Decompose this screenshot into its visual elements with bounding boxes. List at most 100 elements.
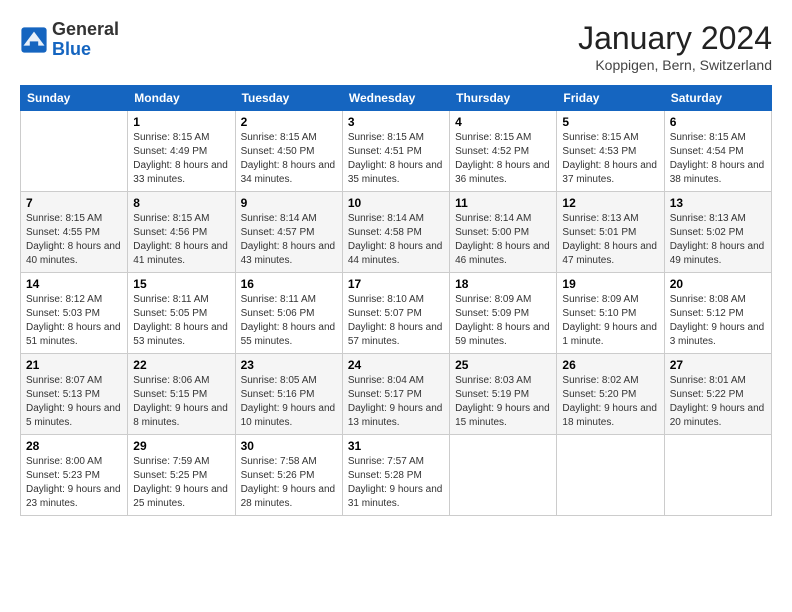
month-title: January 2024 — [578, 20, 772, 57]
title-block: January 2024 Koppigen, Bern, Switzerland — [578, 20, 772, 73]
day-number: 27 — [670, 358, 766, 372]
day-info: Sunrise: 8:15 AMSunset: 4:54 PMDaylight:… — [670, 131, 766, 187]
week-row-0: 1Sunrise: 8:15 AMSunset: 4:49 PMDaylight… — [21, 111, 772, 192]
day-info: Sunrise: 8:05 AMSunset: 5:16 PMDaylight:… — [241, 374, 337, 430]
day-info: Sunrise: 8:09 AMSunset: 5:09 PMDaylight:… — [455, 293, 551, 349]
day-info: Sunrise: 8:03 AMSunset: 5:19 PMDaylight:… — [455, 374, 551, 430]
day-info: Sunrise: 7:57 AMSunset: 5:28 PMDaylight:… — [348, 455, 444, 511]
calendar-cell: 14 Sunrise: 8:12 AMSunset: 5:03 PMDayligh… — [21, 273, 128, 354]
calendar-cell: 30 Sunrise: 7:58 AMSunset: 5:26 PMDayligh… — [235, 435, 342, 516]
calendar-cell: 2Sunrise: 8:15 AMSunset: 4:50 PMDaylight… — [235, 111, 342, 192]
day-info: Sunrise: 8:10 AMSunset: 5:07 PMDaylight:… — [348, 293, 444, 349]
day-number: 17 — [348, 277, 444, 291]
day-info: Sunrise: 8:15 AMSunset: 4:50 PMDaylight:… — [241, 131, 337, 187]
logo: General Blue — [20, 20, 119, 60]
day-number: 21 — [26, 358, 122, 372]
day-info: Sunrise: 8:14 AMSunset: 5:00 PMDaylight:… — [455, 212, 551, 268]
weekday-header-friday: Friday — [557, 86, 664, 111]
day-info: Sunrise: 8:00 AMSunset: 5:23 PMDaylight:… — [26, 455, 122, 511]
day-number: 24 — [348, 358, 444, 372]
day-info: Sunrise: 8:14 AMSunset: 4:57 PMDaylight:… — [241, 212, 337, 268]
weekday-header-tuesday: Tuesday — [235, 86, 342, 111]
day-number: 16 — [241, 277, 337, 291]
day-info: Sunrise: 8:08 AMSunset: 5:12 PMDaylight:… — [670, 293, 766, 349]
calendar-cell: 26 Sunrise: 8:02 AMSunset: 5:20 PMDayligh… — [557, 354, 664, 435]
day-info: Sunrise: 8:15 AMSunset: 4:56 PMDaylight:… — [133, 212, 229, 268]
weekday-header-thursday: Thursday — [450, 86, 557, 111]
weekday-header-monday: Monday — [128, 86, 235, 111]
day-number: 11 — [455, 196, 551, 210]
calendar-cell: 29Sunrise: 7:59 AMSunset: 5:25 PMDayligh… — [128, 435, 235, 516]
day-info: Sunrise: 8:01 AMSunset: 5:22 PMDaylight:… — [670, 374, 766, 430]
calendar-cell: 11 Sunrise: 8:14 AMSunset: 5:00 PMDayligh… — [450, 192, 557, 273]
day-number: 22 — [133, 358, 229, 372]
day-number: 15 — [133, 277, 229, 291]
weekday-header-wednesday: Wednesday — [342, 86, 449, 111]
calendar-cell: 15 Sunrise: 8:11 AMSunset: 5:05 PMDayligh… — [128, 273, 235, 354]
location: Koppigen, Bern, Switzerland — [578, 57, 772, 73]
calendar-cell: 10 Sunrise: 8:14 AMSunset: 4:58 PMDayligh… — [342, 192, 449, 273]
day-number: 23 — [241, 358, 337, 372]
calendar-cell: 22 Sunrise: 8:06 AMSunset: 5:15 PMDayligh… — [128, 354, 235, 435]
calendar-cell: 1Sunrise: 8:15 AMSunset: 4:49 PMDaylight… — [128, 111, 235, 192]
calendar-cell: 18 Sunrise: 8:09 AMSunset: 5:09 PMDayligh… — [450, 273, 557, 354]
day-info: Sunrise: 8:14 AMSunset: 4:58 PMDaylight:… — [348, 212, 444, 268]
calendar-cell: 17 Sunrise: 8:10 AMSunset: 5:07 PMDayligh… — [342, 273, 449, 354]
calendar-cell: 31 Sunrise: 7:57 AMSunset: 5:28 PMDayligh… — [342, 435, 449, 516]
day-info: Sunrise: 8:09 AMSunset: 5:10 PMDaylight:… — [562, 293, 658, 349]
day-number: 8 — [133, 196, 229, 210]
day-number: 14 — [26, 277, 122, 291]
day-number: 3 — [348, 115, 444, 129]
weekday-header-row: SundayMondayTuesdayWednesdayThursdayFrid… — [21, 86, 772, 111]
day-number: 19 — [562, 277, 658, 291]
day-info: Sunrise: 8:02 AMSunset: 5:20 PMDaylight:… — [562, 374, 658, 430]
logo-icon — [20, 26, 48, 54]
day-number: 10 — [348, 196, 444, 210]
day-number: 18 — [455, 277, 551, 291]
day-info: Sunrise: 8:15 AMSunset: 4:55 PMDaylight:… — [26, 212, 122, 268]
logo-blue: Blue — [52, 39, 91, 59]
day-info: Sunrise: 8:15 AMSunset: 4:49 PMDaylight:… — [133, 131, 229, 187]
day-info: Sunrise: 8:11 AMSunset: 5:05 PMDaylight:… — [133, 293, 229, 349]
day-info: Sunrise: 8:13 AMSunset: 5:01 PMDaylight:… — [562, 212, 658, 268]
day-info: Sunrise: 8:15 AMSunset: 4:52 PMDaylight:… — [455, 131, 551, 187]
calendar-cell: 8 Sunrise: 8:15 AMSunset: 4:56 PMDaylight… — [128, 192, 235, 273]
week-row-1: 7 Sunrise: 8:15 AMSunset: 4:55 PMDaylight… — [21, 192, 772, 273]
calendar-cell — [557, 435, 664, 516]
calendar-cell: 9 Sunrise: 8:14 AMSunset: 4:57 PMDaylight… — [235, 192, 342, 273]
logo-general: General — [52, 19, 119, 39]
day-number: 4 — [455, 115, 551, 129]
day-info: Sunrise: 8:07 AMSunset: 5:13 PMDaylight:… — [26, 374, 122, 430]
calendar-cell: 3 Sunrise: 8:15 AMSunset: 4:51 PMDaylight… — [342, 111, 449, 192]
week-row-4: 28 Sunrise: 8:00 AMSunset: 5:23 PMDayligh… — [21, 435, 772, 516]
day-info: Sunrise: 8:13 AMSunset: 5:02 PMDaylight:… — [670, 212, 766, 268]
calendar-cell: 27 Sunrise: 8:01 AMSunset: 5:22 PMDayligh… — [664, 354, 771, 435]
week-row-2: 14 Sunrise: 8:12 AMSunset: 5:03 PMDayligh… — [21, 273, 772, 354]
day-info: Sunrise: 8:11 AMSunset: 5:06 PMDaylight:… — [241, 293, 337, 349]
day-number: 6 — [670, 115, 766, 129]
calendar-cell: 12 Sunrise: 8:13 AMSunset: 5:01 PMDayligh… — [557, 192, 664, 273]
day-info: Sunrise: 8:12 AMSunset: 5:03 PMDaylight:… — [26, 293, 122, 349]
day-number: 12 — [562, 196, 658, 210]
calendar-cell: 20Sunrise: 8:08 AMSunset: 5:12 PMDayligh… — [664, 273, 771, 354]
logo-text: General Blue — [52, 20, 119, 60]
day-info: Sunrise: 8:06 AMSunset: 5:15 PMDaylight:… — [133, 374, 229, 430]
calendar-cell: 23 Sunrise: 8:05 AMSunset: 5:16 PMDayligh… — [235, 354, 342, 435]
day-info: Sunrise: 8:15 AMSunset: 4:53 PMDaylight:… — [562, 131, 658, 187]
calendar-cell — [664, 435, 771, 516]
calendar-cell: 7 Sunrise: 8:15 AMSunset: 4:55 PMDaylight… — [21, 192, 128, 273]
day-number: 26 — [562, 358, 658, 372]
calendar-cell — [450, 435, 557, 516]
day-number: 7 — [26, 196, 122, 210]
day-info: Sunrise: 8:15 AMSunset: 4:51 PMDaylight:… — [348, 131, 444, 187]
calendar-cell: 28 Sunrise: 8:00 AMSunset: 5:23 PMDayligh… — [21, 435, 128, 516]
calendar-cell: 19 Sunrise: 8:09 AMSunset: 5:10 PMDayligh… — [557, 273, 664, 354]
calendar-cell: 13Sunrise: 8:13 AMSunset: 5:02 PMDayligh… — [664, 192, 771, 273]
weekday-header-saturday: Saturday — [664, 86, 771, 111]
day-number: 28 — [26, 439, 122, 453]
calendar-cell: 24Sunrise: 8:04 AMSunset: 5:17 PMDayligh… — [342, 354, 449, 435]
day-number: 30 — [241, 439, 337, 453]
day-number: 31 — [348, 439, 444, 453]
day-number: 9 — [241, 196, 337, 210]
day-info: Sunrise: 7:58 AMSunset: 5:26 PMDaylight:… — [241, 455, 337, 511]
